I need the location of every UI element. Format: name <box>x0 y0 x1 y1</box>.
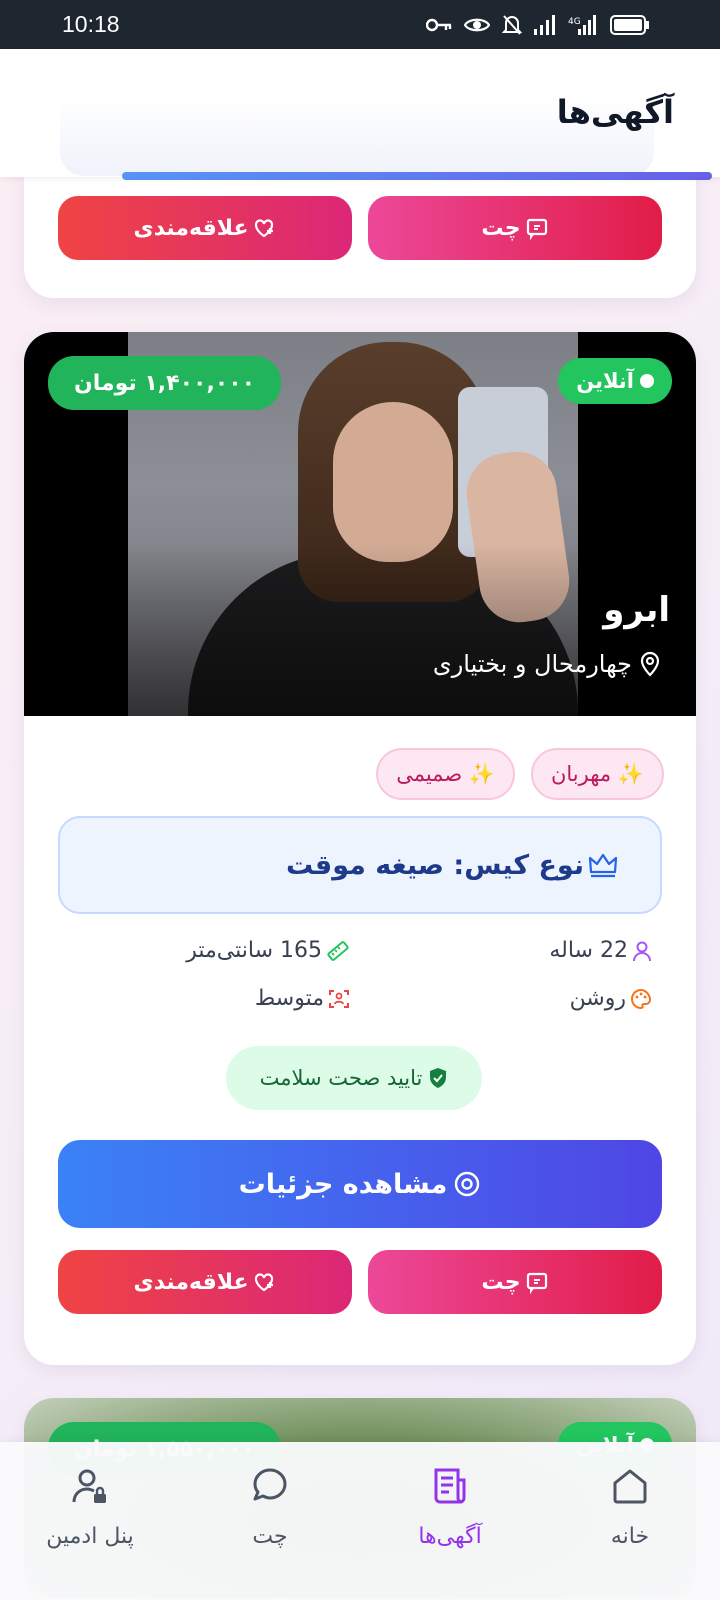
listing-card[interactable]: آنلاین ۱,۴۰۰,۰۰۰ تومان ابرو چهارمحال و ب… <box>24 332 696 1365</box>
page-title: آگهی‌ها <box>556 93 674 131</box>
chat-button-label: چت <box>481 215 521 241</box>
listings-icon <box>434 1468 466 1504</box>
online-dot-icon <box>640 374 654 388</box>
nav-label: پنل ادمین <box>46 1524 134 1549</box>
eye-icon <box>455 1171 480 1197</box>
skin-stat: روشن <box>570 986 652 1011</box>
message-icon <box>526 1272 547 1294</box>
price-label: ۱,۴۰۰,۰۰۰ تومان <box>74 370 256 396</box>
location-label: چهارمحال و بختیاری <box>432 650 632 678</box>
favorite-button-label: علاقه‌مندی <box>133 215 249 241</box>
signal-icon <box>534 14 555 35</box>
status-icons: 4G <box>426 14 650 36</box>
bell-off-icon <box>502 14 522 35</box>
skin-label: روشن <box>569 986 626 1011</box>
card-actions: علاقه‌مندی چت <box>58 1250 662 1314</box>
case-type-label: نوع کیس: صیغه موقت <box>285 849 584 881</box>
app-header: آگهی‌ها <box>0 49 720 180</box>
age-label: 22 ساله <box>549 938 628 963</box>
key-icon <box>426 18 452 31</box>
profile-name: ابرو <box>603 590 670 630</box>
favorite-button[interactable]: علاقه‌مندی <box>58 1250 352 1314</box>
home-icon <box>613 1469 647 1504</box>
bottom-nav: پنل ادمین چت آگهی‌ها خانه <box>0 1442 720 1600</box>
nav-label: آگهی‌ها <box>418 1524 482 1549</box>
favorite-button-label: علاقه‌مندی <box>133 1269 249 1295</box>
eye-icon <box>464 18 490 31</box>
body-stat: متوسط <box>255 986 350 1011</box>
shield-check-icon <box>430 1068 447 1088</box>
ruler-icon <box>327 940 349 961</box>
chat-icon <box>253 1468 287 1501</box>
palette-icon <box>631 988 652 1009</box>
profile-location: چهارمحال و بختیاری <box>433 650 662 678</box>
chat-button[interactable]: چت <box>368 1250 662 1314</box>
nav-label: خانه <box>610 1524 650 1549</box>
body-label: متوسط <box>254 986 324 1011</box>
view-details-button[interactable]: مشاهده جزئیات <box>58 1140 662 1228</box>
admin-icon <box>72 1469 106 1503</box>
height-stat: 165 سانتی‌متر <box>186 938 350 963</box>
header-ghost-bar <box>122 172 712 180</box>
chat-button[interactable]: چت <box>368 196 662 260</box>
case-type-box: نوع کیس: صیغه موقت <box>58 816 662 914</box>
message-icon <box>526 218 547 240</box>
heart-plus-icon <box>255 219 274 238</box>
trait-tags: ✨ مهربان ✨ صمیمی <box>376 748 664 800</box>
age-stat: 22 ساله <box>549 938 652 963</box>
nav-item-chat[interactable]: چت <box>180 1442 360 1600</box>
body-scan-icon <box>329 989 349 1008</box>
location-pin-icon <box>640 651 660 677</box>
crown-icon <box>588 853 618 878</box>
health-badge: تایید صحت سلامت <box>226 1046 482 1110</box>
health-label: تایید صحت سلامت <box>259 1066 423 1090</box>
price-badge: ۱,۴۰۰,۰۰۰ تومان <box>48 356 282 410</box>
card-actions: علاقه‌مندی چت <box>58 196 662 260</box>
signal-4g-icon: 4G <box>568 14 596 35</box>
trait-tag: ✨ مهربان <box>530 748 664 800</box>
heart-plus-icon <box>255 1273 274 1292</box>
trait-tag: ✨ صمیمی <box>376 748 515 800</box>
online-badge: آنلاین <box>558 358 672 404</box>
view-details-label: مشاهده جزئیات <box>238 1168 448 1200</box>
favorite-button[interactable]: علاقه‌مندی <box>58 196 352 260</box>
nav-item-listings[interactable]: آگهی‌ها <box>360 1442 540 1600</box>
online-label: آنلاین <box>576 369 634 393</box>
nav-item-home[interactable]: خانه <box>540 1442 720 1600</box>
nav-item-admin[interactable]: پنل ادمین <box>0 1442 180 1600</box>
user-icon <box>633 941 651 961</box>
profile-photo[interactable]: آنلاین ۱,۴۰۰,۰۰۰ تومان ابرو چهارمحال و ب… <box>24 332 696 716</box>
battery-icon <box>610 14 649 35</box>
status-time: 10:18 <box>62 11 120 37</box>
nav-label: چت <box>252 1524 288 1549</box>
svg-text:4G: 4G <box>568 17 581 27</box>
status-bar: 10:18 4G <box>0 0 720 49</box>
chat-button-label: چت <box>481 1269 521 1295</box>
height-label: 165 سانتی‌متر <box>186 938 322 963</box>
